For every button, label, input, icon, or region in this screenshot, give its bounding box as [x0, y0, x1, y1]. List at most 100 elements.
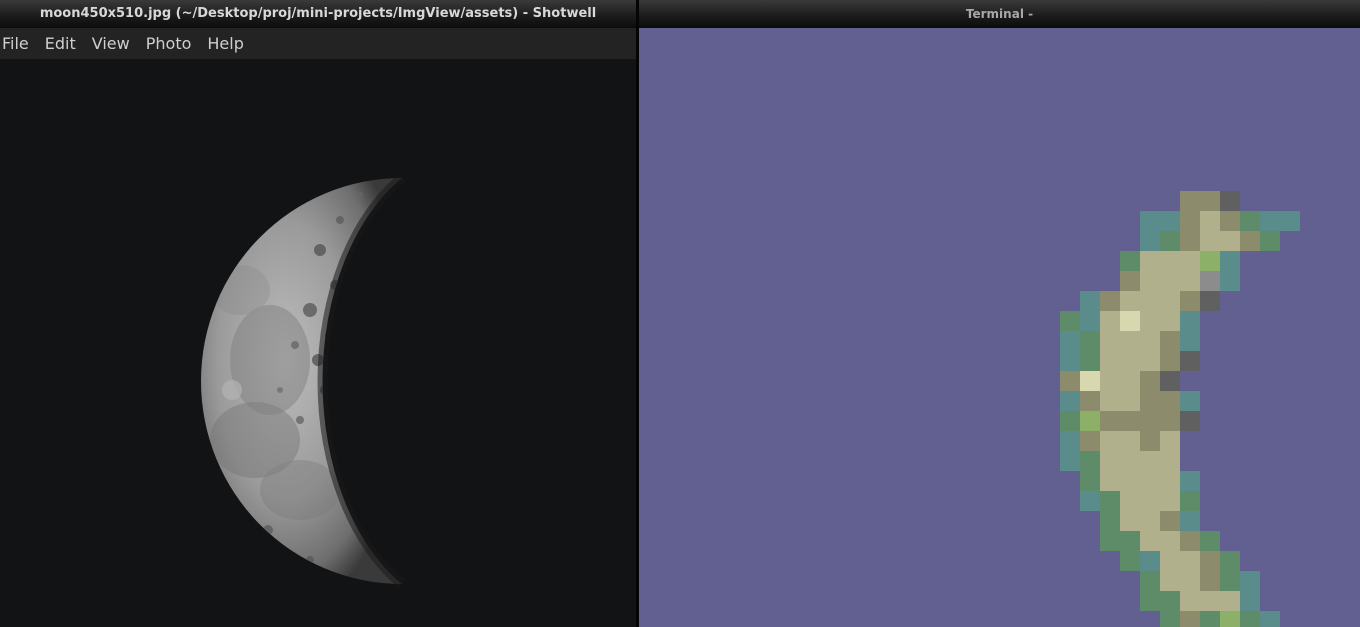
pixel-cell [1120, 371, 1140, 391]
pixel-cell [1180, 571, 1200, 591]
pixel-cell [1200, 211, 1220, 231]
pixel-cell [1160, 431, 1180, 451]
pixel-cell [1240, 591, 1260, 611]
pixel-cell [1180, 331, 1200, 351]
pixel-cell [1080, 291, 1100, 311]
shotwell-window: moon450x510.jpg (~/Desktop/proj/mini-pro… [0, 0, 636, 627]
pixel-cell [1100, 491, 1120, 511]
pixel-cell [1180, 351, 1200, 371]
pixel-cell [1160, 411, 1180, 431]
pixel-cell [1140, 491, 1160, 511]
pixel-cell [1120, 511, 1140, 531]
pixel-cell [1180, 551, 1200, 571]
pixel-cell [1080, 411, 1100, 431]
pixel-cell [1160, 271, 1180, 291]
pixel-cell [1160, 331, 1180, 351]
pixel-cell [1180, 511, 1200, 531]
pixel-cell [1180, 311, 1200, 331]
pixel-cell [1220, 231, 1240, 251]
pixel-cell [1220, 271, 1240, 291]
pixel-cell [1060, 351, 1080, 371]
pixel-cell [1180, 271, 1200, 291]
pixel-cell [1180, 391, 1200, 411]
pixel-cell [1180, 231, 1200, 251]
pixel-cell [1160, 611, 1180, 627]
pixel-cell [1200, 231, 1220, 251]
pixel-cell [1060, 431, 1080, 451]
pixel-cell [1260, 611, 1280, 627]
pixel-cell [1060, 311, 1080, 331]
pixel-cell [1160, 351, 1180, 371]
pixel-cell [1240, 571, 1260, 591]
pixel-cell [1140, 571, 1160, 591]
pixel-cell [1140, 431, 1160, 451]
pixel-cell [1240, 211, 1260, 231]
menu-photo[interactable]: Photo [138, 34, 200, 53]
menu-edit[interactable]: Edit [37, 34, 84, 53]
pixel-cell [1160, 571, 1180, 591]
terminal-titlebar[interactable]: Terminal - [639, 0, 1360, 28]
pixel-cell [1200, 191, 1220, 211]
pixel-cell [1140, 211, 1160, 231]
pixel-cell [1120, 271, 1140, 291]
pixel-cell [1240, 231, 1260, 251]
pixel-cell [1160, 311, 1180, 331]
pixel-cell [1140, 411, 1160, 431]
pixel-cell [1100, 531, 1120, 551]
pixel-cell [1140, 291, 1160, 311]
pixel-cell [1060, 371, 1080, 391]
pixel-cell [1160, 491, 1180, 511]
pixel-cell [1140, 591, 1160, 611]
pixel-cell [1140, 231, 1160, 251]
pixel-cell [1120, 391, 1140, 411]
pixel-cell [1080, 451, 1100, 471]
menu-file[interactable]: File [0, 34, 37, 53]
pixel-cell [1140, 551, 1160, 571]
pixel-cell [1120, 331, 1140, 351]
pixel-cell [1140, 451, 1160, 471]
pixel-cell [1080, 491, 1100, 511]
pixel-cell [1120, 431, 1140, 451]
menu-help[interactable]: Help [199, 34, 251, 53]
pixel-cell [1100, 431, 1120, 451]
pixel-cell [1180, 211, 1200, 231]
pixel-cell [1180, 491, 1200, 511]
pixel-cell [1220, 551, 1240, 571]
pixel-cell [1140, 311, 1160, 331]
pixel-cell [1120, 471, 1140, 491]
pixel-cell [1080, 471, 1100, 491]
pixel-cell [1140, 511, 1160, 531]
pixel-cell [1100, 311, 1120, 331]
pixel-cell [1200, 591, 1220, 611]
pixel-cell [1100, 511, 1120, 531]
photo-viewer[interactable] [0, 60, 636, 627]
pixel-cell [1140, 371, 1160, 391]
pixel-cell [1140, 351, 1160, 371]
pixel-cell [1200, 611, 1220, 627]
menu-view[interactable]: View [84, 34, 138, 53]
pixel-cell [1180, 191, 1200, 211]
pixel-cell [1100, 451, 1120, 471]
terminal-window: Terminal - [639, 0, 1360, 627]
window-title: moon450x510.jpg (~/Desktop/proj/mini-pro… [39, 6, 597, 21]
pixel-cell [1120, 411, 1140, 431]
pixel-cell [1080, 431, 1100, 451]
pixel-cell [1240, 611, 1260, 627]
pixel-cell [1060, 391, 1080, 411]
pixel-cell [1120, 351, 1140, 371]
pixel-cell [1120, 451, 1140, 471]
pixel-cell [1080, 371, 1100, 391]
pixel-cell [1160, 291, 1180, 311]
pixel-cell [1180, 531, 1200, 551]
pixel-cell [1160, 371, 1180, 391]
pixel-cell [1100, 391, 1120, 411]
pixel-cell [1160, 451, 1180, 471]
terminal-body[interactable] [639, 28, 1360, 627]
shotwell-titlebar[interactable]: moon450x510.jpg (~/Desktop/proj/mini-pro… [0, 0, 636, 28]
pixel-cell [1220, 611, 1240, 627]
pixel-cell [1160, 231, 1180, 251]
pixel-cell [1260, 211, 1280, 231]
pixel-cell [1100, 411, 1120, 431]
pixel-cell [1080, 351, 1100, 371]
pixel-cell [1160, 211, 1180, 231]
